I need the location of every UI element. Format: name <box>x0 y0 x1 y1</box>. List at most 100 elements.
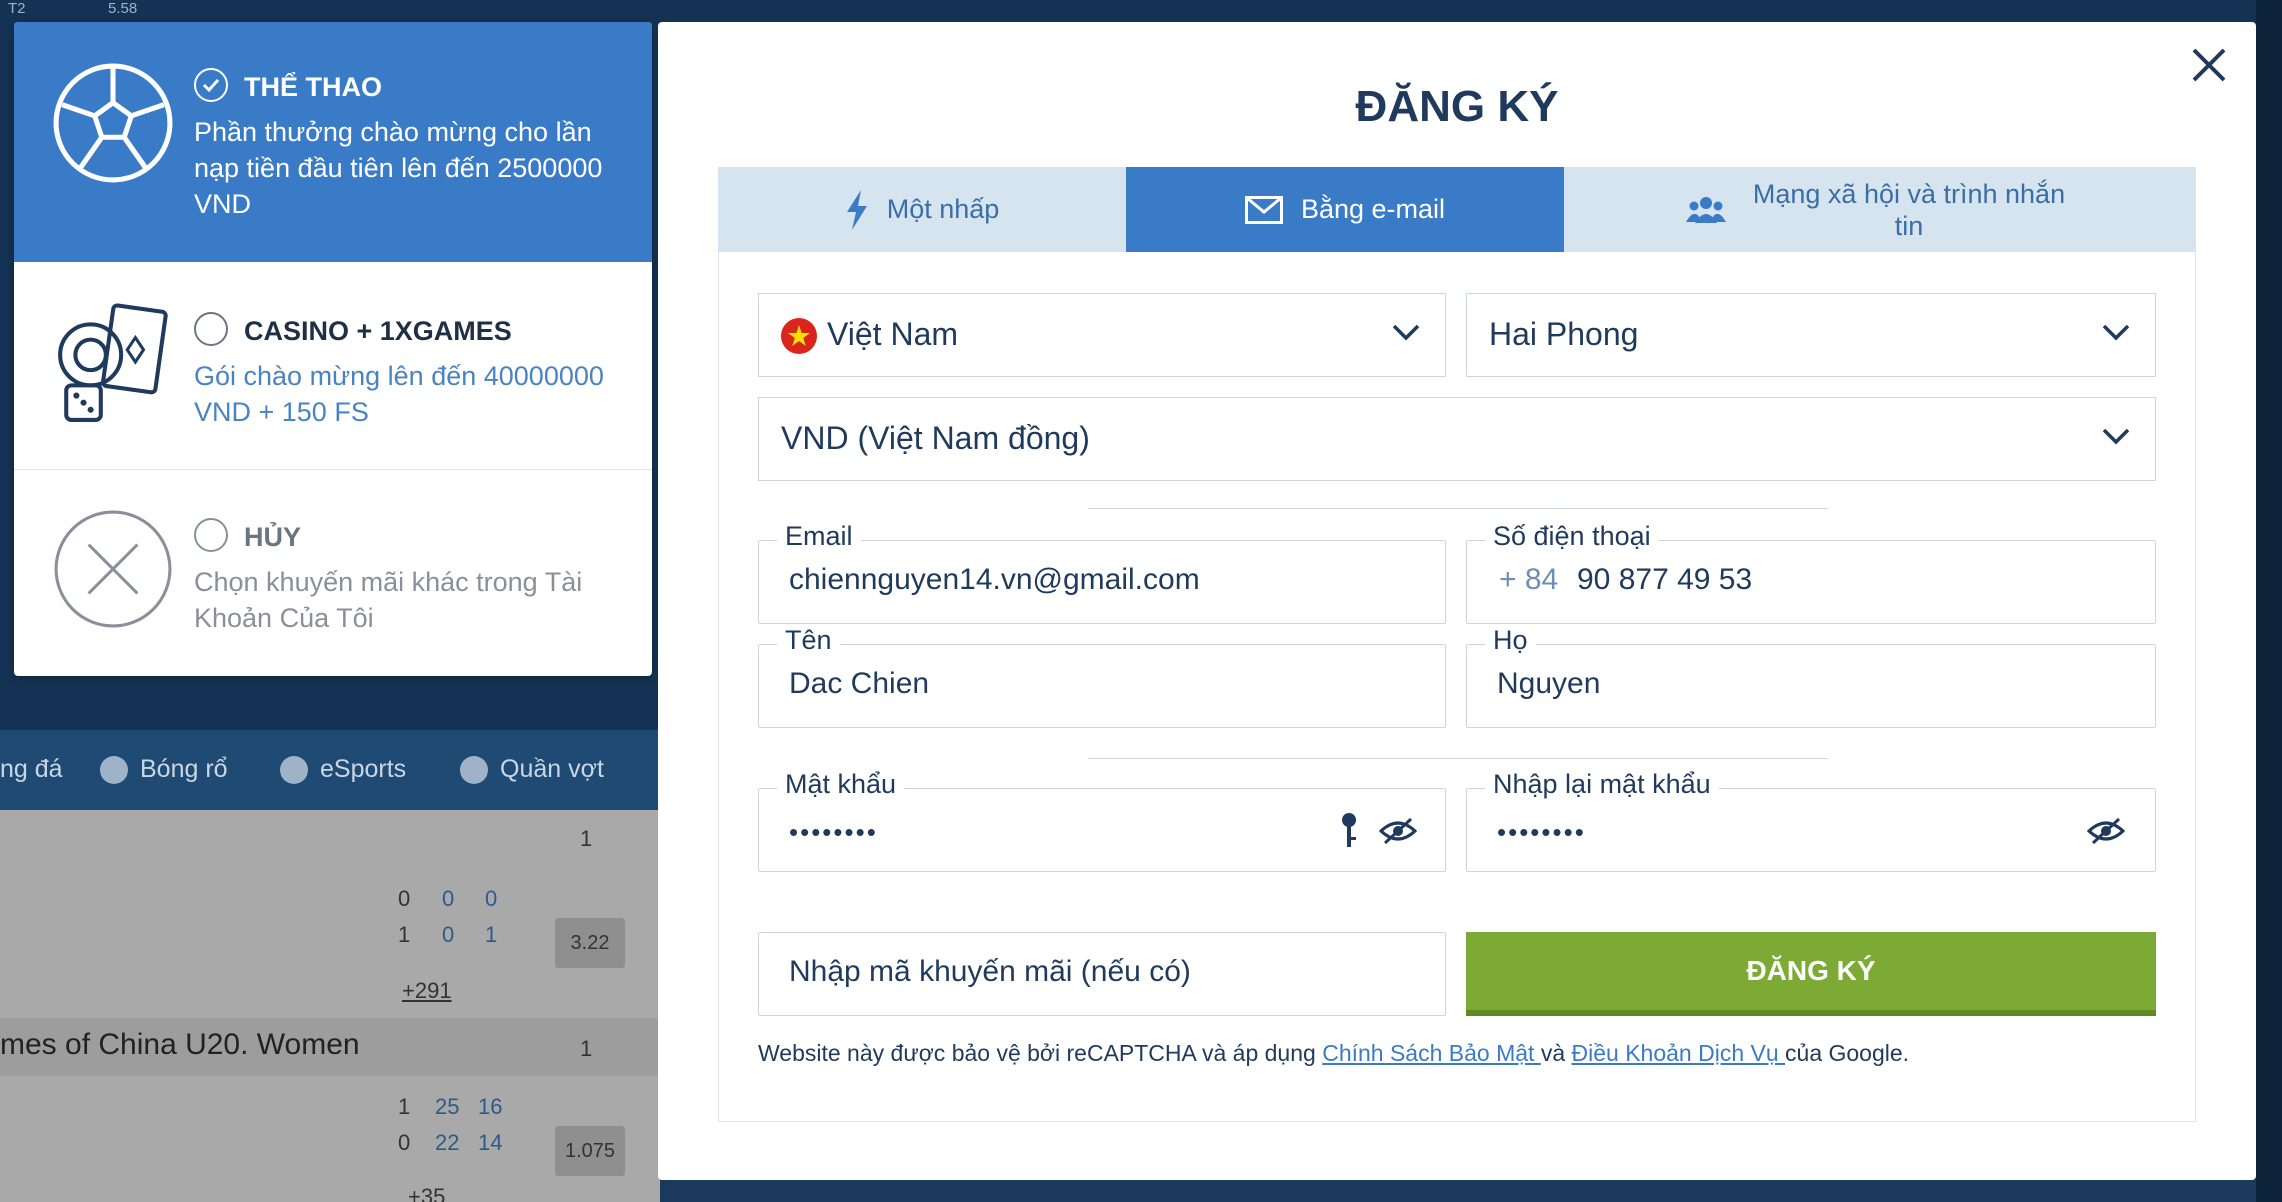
vietnam-flag-icon <box>781 318 817 354</box>
last-name-label: Họ <box>1485 625 1536 656</box>
section-divider <box>1088 758 1828 759</box>
phone-label: Số điện thoại <box>1485 521 1659 552</box>
bonus-title: CASINO + 1XGAMES <box>244 316 512 346</box>
league-name: mes of China U20. Women <box>0 1028 360 1061</box>
bonus-radio[interactable] <box>194 518 228 552</box>
password-repeat-field[interactable]: Nhập lại mật khẩu •••••••• <box>1466 769 2156 872</box>
last-name-field[interactable]: Họ Nguyen <box>1466 625 2156 728</box>
odds-button[interactable]: 1.075 <box>555 1126 625 1176</box>
bonus-radio-checked[interactable] <box>194 68 228 102</box>
more-markets-link[interactable]: +291 <box>402 978 452 1004</box>
registration-tabs: Một nhấp Bằng e-mail Mạng xã hội và trìn… <box>718 167 2196 252</box>
nav-basketball[interactable]: Bóng rổ <box>100 755 228 784</box>
score: 0 <box>485 886 498 911</box>
password-repeat-label: Nhập lại mật khẩu <box>1485 769 1719 800</box>
city-select[interactable]: Hai Phong <box>1466 293 2156 377</box>
score: 16 <box>478 1094 503 1119</box>
recaptcha-notice: Website này được bảo vệ bởi reCAPTCHA và… <box>758 1040 1909 1067</box>
score: 0 <box>398 1130 411 1155</box>
chevron-down-icon <box>2102 428 2130 445</box>
nav-tennis[interactable]: Quần vợt <box>460 755 604 784</box>
odds-button[interactable]: 3.22 <box>555 918 625 968</box>
phone-value: 90 877 49 53 <box>1577 563 1753 596</box>
envelope-icon <box>1244 195 1283 224</box>
password-repeat-value: •••••••• <box>1497 817 1586 847</box>
eye-slash-icon[interactable] <box>1379 817 1417 845</box>
privacy-policy-link[interactable]: Chính Sách Bảo Mật <box>1322 1040 1541 1066</box>
bonus-title: HỦY <box>244 522 302 552</box>
bg-col-header: 1 <box>580 1036 593 1061</box>
bonus-description: Gói chào mừng lên đến 40000000 VND + 150… <box>194 361 604 427</box>
modal-title: ĐĂNG KÝ <box>1355 82 1559 131</box>
score: 1 <box>398 922 411 947</box>
score: 1 <box>398 1094 411 1119</box>
first-name-label: Tên <box>777 625 840 656</box>
terms-of-service-link[interactable]: Điều Khoản Dịch Vụ <box>1572 1040 1786 1066</box>
country-value: Việt Nam <box>827 316 959 352</box>
first-name-field[interactable]: Tên Dac Chien <box>758 625 1446 728</box>
check-icon <box>202 78 220 93</box>
bonus-description: Chọn khuyến mãi khác trong Tài Khoản Của… <box>194 567 583 633</box>
tennis-icon <box>460 755 488 784</box>
score: 0 <box>398 886 411 911</box>
score: 22 <box>435 1130 460 1155</box>
country-select[interactable]: Việt Nam <box>758 293 1446 377</box>
phone-country-code: + 84 <box>1499 563 1559 596</box>
gamepad-icon <box>280 755 308 784</box>
bg-col-header: 1 <box>580 826 593 851</box>
score: 14 <box>478 1130 503 1155</box>
bonus-radio[interactable] <box>194 312 228 346</box>
section-divider <box>1088 508 1828 509</box>
casino-chip-cards-icon <box>58 303 168 422</box>
currency-select[interactable]: VND (Việt Nam đồng) <box>758 397 2156 481</box>
register-button[interactable]: ĐĂNG KÝ <box>1466 932 2156 1016</box>
city-value: Hai Phong <box>1489 316 1639 352</box>
password-label: Mật khẩu <box>777 769 905 800</box>
tab-one-click[interactable]: Một nhấp <box>718 167 1126 252</box>
bonus-description: Phần thưởng chào mừng cho lần nạp tiền đ… <box>194 117 603 219</box>
password-value: •••••••• <box>789 817 878 847</box>
basketball-icon <box>100 755 128 784</box>
promo-placeholder: Nhập mã khuyến mãi (nếu có) <box>789 955 1191 988</box>
recaptcha-text: Website này được bảo vệ bởi reCAPTCHA và… <box>758 1040 1323 1066</box>
bonus-option-casino[interactable]: CASINO + 1XGAMES Gói chào mừng lên đến 4… <box>14 262 652 470</box>
bg-top-label: T2 <box>8 0 26 17</box>
score: 1 <box>485 922 498 947</box>
soccer-ball-icon <box>53 63 173 183</box>
recaptcha-text: của Google. <box>1785 1040 1910 1066</box>
background-right-edge <box>2256 0 2282 1202</box>
bonus-title: THỂ THAO <box>244 72 382 102</box>
bg-top-value: 5.58 <box>108 0 138 17</box>
bonus-option-cancel[interactable]: HỦY Chọn khuyến mãi khác trong Tài Khoản… <box>14 470 652 676</box>
score: 0 <box>442 886 455 911</box>
tab-label: Mạng xã hội và trình nhắn tin <box>1752 178 2066 241</box>
tab-social[interactable]: Mạng xã hội và trình nhắn tin <box>1564 167 2196 252</box>
tab-label: Một nhấp <box>886 194 1000 224</box>
more-markets-link[interactable]: +35 <box>408 1184 445 1202</box>
password-field[interactable]: Mật khẩu •••••••• <box>758 769 1446 872</box>
email-label: Email <box>777 521 861 552</box>
key-icon[interactable] <box>1339 811 1359 851</box>
tab-label: Bằng e-mail <box>1300 194 1446 224</box>
recaptcha-text: và <box>1540 1040 1572 1066</box>
first-name-value: Dac Chien <box>789 667 930 700</box>
chevron-down-icon <box>1392 324 1420 341</box>
nav-football[interactable]: ng đá <box>0 755 63 784</box>
last-name-value: Nguyen <box>1497 667 1601 700</box>
cancel-circle-icon <box>54 510 172 628</box>
eye-slash-icon[interactable] <box>2087 817 2125 845</box>
score: 0 <box>442 922 455 947</box>
nav-esports[interactable]: eSports <box>280 755 406 784</box>
score: 25 <box>435 1094 460 1119</box>
phone-field[interactable]: Số điện thoại + 84 90 877 49 53 <box>1466 521 2156 624</box>
email-value: chiennguyen14.vn@gmail.com <box>789 563 1200 596</box>
email-field[interactable]: Email chiennguyen14.vn@gmail.com <box>758 521 1446 624</box>
lightning-icon <box>846 189 867 230</box>
bonus-option-sports[interactable]: THỂ THAO Phần thưởng chào mừng cho lần n… <box>14 22 652 262</box>
bonus-panel: THỂ THAO Phần thưởng chào mừng cho lần n… <box>14 22 652 676</box>
currency-value: VND (Việt Nam đồng) <box>781 420 1090 456</box>
chevron-down-icon <box>2102 324 2130 341</box>
users-icon <box>1686 196 1726 223</box>
promo-code-input[interactable]: Nhập mã khuyến mãi (nếu có) <box>758 932 1446 1016</box>
tab-email[interactable]: Bằng e-mail <box>1126 167 1564 252</box>
